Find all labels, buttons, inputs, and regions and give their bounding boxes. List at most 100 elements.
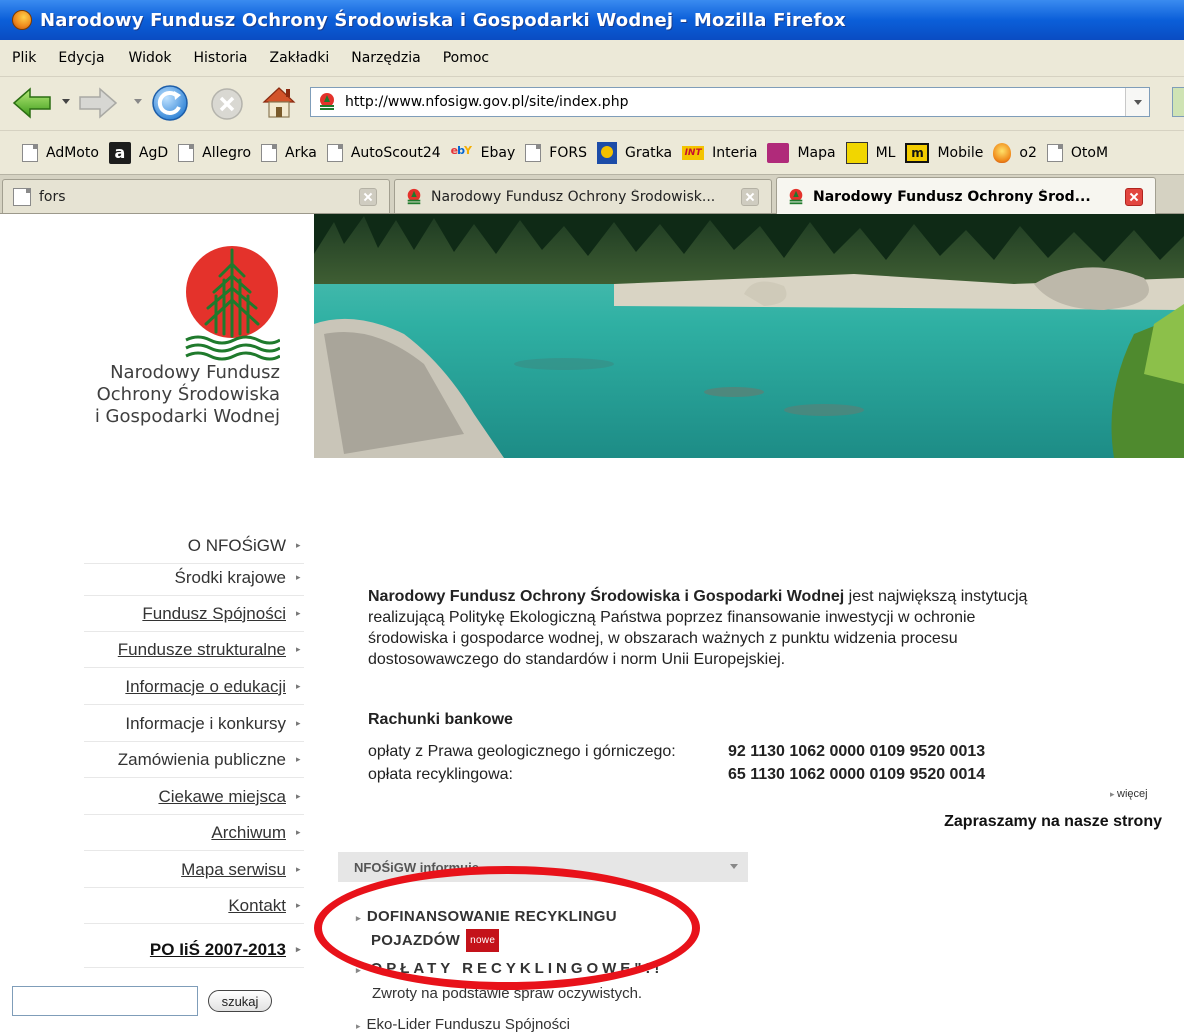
header-banner-image <box>314 214 1184 458</box>
logo-text: Narodowy Fundusz Ochrony Środowiska i Go… <box>95 362 280 428</box>
interia-icon: INT <box>682 145 705 160</box>
nav-srodki-krajowe[interactable]: Środki krajowe ▸ <box>84 560 304 596</box>
tab-nfosigw-1[interactable]: Narodowy Fundusz Ochrony Środowisk... <box>394 179 772 213</box>
news-item-fees[interactable]: ▸ OPŁATY RECYKLINGOWE"!! <box>356 960 663 977</box>
nav-o-nfosigw[interactable]: O NFOŚiGW ▸ <box>84 528 304 564</box>
invite-heading: Zapraszamy na nasze strony <box>944 813 1162 830</box>
bookmark-arka[interactable]: Arka <box>261 143 317 162</box>
menu-plik[interactable]: Plik <box>12 50 36 66</box>
mobile-icon: m <box>905 142 930 163</box>
new-badge: nowe <box>466 929 500 952</box>
nav-ciekawe-miejsca[interactable]: Ciekawe miejsca ▸ <box>84 779 304 815</box>
arrow-right-icon: ▸ <box>296 540 301 550</box>
bookmark-ebay[interactable]: ebY Ebay <box>451 144 516 162</box>
bank-account-row: opłaty z Prawa geologicznego i górniczeg… <box>368 743 985 761</box>
arrow-right-icon: ▸ <box>296 681 301 691</box>
url-history-dropdown-icon[interactable] <box>1125 88 1149 116</box>
arrow-right-icon: ▸ <box>356 913 361 923</box>
menu-historia[interactable]: Historia <box>194 50 248 66</box>
ml-icon <box>845 141 868 164</box>
menu-zakladki[interactable]: Zakładki <box>270 50 330 66</box>
bookmark-agd[interactable]: a AgD <box>108 141 168 164</box>
bookmark-interia[interactable]: INT Interia <box>682 145 757 161</box>
news-box-header[interactable]: NFOŚiGW informuje <box>338 852 748 882</box>
menu-narzedzia[interactable]: Narzędzia <box>351 50 420 66</box>
close-tab-icon[interactable] <box>359 187 377 206</box>
nav-kontakt[interactable]: Kontakt ▸ <box>84 888 304 924</box>
stop-icon[interactable] <box>210 87 244 121</box>
arrow-right-icon: ▸ <box>296 791 301 801</box>
news-item-recycling[interactable]: ▸ DOFINANSOWANIE RECYKLINGU POJAZDÓW nowe <box>356 906 617 952</box>
arrow-right-icon: ▸ <box>296 608 301 618</box>
page-icon <box>22 143 38 162</box>
menu-bar: Plik Edycja Widok Historia Zakładki Narz… <box>0 40 1184 76</box>
forward-history-dropdown-icon[interactable] <box>134 99 142 104</box>
home-icon[interactable] <box>260 83 298 121</box>
bank-accounts-heading: Rachunki bankowe <box>368 711 513 728</box>
page-icon <box>525 143 542 162</box>
back-arrow-icon[interactable] <box>12 85 52 121</box>
go-button[interactable] <box>1172 87 1184 117</box>
nav-archiwum[interactable]: Archiwum ▸ <box>84 815 304 851</box>
menu-widok[interactable]: Widok <box>129 50 172 66</box>
bookmark-o2[interactable]: o2 <box>993 142 1037 163</box>
window-titlebar[interactable]: Narodowy Fundusz Ochrony Środowiska i Go… <box>0 0 1184 40</box>
forward-arrow-icon[interactable] <box>78 85 118 121</box>
firefox-icon <box>12 10 32 30</box>
search-button[interactable]: szukaj <box>208 990 272 1012</box>
arrow-right-icon: ▸ <box>296 827 301 837</box>
address-bar[interactable]: http://www.nfosigw.gov.pl/site/index.php <box>310 87 1150 117</box>
bookmark-autoscout24[interactable]: AutoScout24 <box>326 143 441 162</box>
bookmark-fors[interactable]: FORS <box>525 143 587 162</box>
news-item-title-line: DOFINANSOWANIE RECYKLINGU <box>366 908 617 925</box>
nav-po-iis-2007-2013[interactable]: PO IiŚ 2007-2013 ▸ <box>84 932 304 968</box>
tab-nfosigw-active[interactable]: Narodowy Fundusz Ochrony Środ... <box>776 177 1156 215</box>
arrow-right-icon: ▸ <box>296 754 301 764</box>
navigation-toolbar: http://www.nfosigw.gov.pl/site/index.php <box>0 76 1184 130</box>
nav-mapa-serwisu[interactable]: Mapa serwisu ▸ <box>84 852 304 888</box>
page-icon <box>326 143 343 162</box>
menu-edycja[interactable]: Edycja <box>58 50 104 66</box>
intro-line-4: dostosowawczego do standardów i norm Uni… <box>368 651 786 668</box>
intro-line-2: realizującą Politykę Ekologiczną Państwa… <box>368 609 976 626</box>
nav-informacje-i-konkursy[interactable]: Informacje i konkursy ▸ <box>84 706 304 742</box>
bookmark-allegro[interactable]: Allegro <box>178 143 251 162</box>
site-search-input[interactable] <box>12 986 198 1016</box>
close-tab-icon[interactable] <box>741 187 759 206</box>
bank-account-label: opłata recyklingowa: <box>368 766 513 783</box>
menu-pomoc[interactable]: Pomoc <box>443 50 489 66</box>
bookmark-admoto[interactable]: AdMoto <box>22 143 99 162</box>
nfosigw-favicon-icon <box>789 188 803 204</box>
news-item-title-line: POJAZDÓW <box>371 932 461 949</box>
arrow-right-icon: ▸ <box>296 864 301 874</box>
window-title: Narodowy Fundusz Ochrony Środowiska i Go… <box>40 9 846 31</box>
news-item-title: Eko-Lider Funduszu Spójności <box>366 1016 570 1033</box>
more-link[interactable]: więcej <box>1110 788 1148 800</box>
nav-fundusz-spojnosci[interactable]: Fundusz Spójności ▸ <box>84 596 304 632</box>
news-item-eko-lider[interactable]: ▸ Eko-Lider Funduszu Spójności <box>356 1016 570 1033</box>
agd-icon: a <box>108 141 131 164</box>
nav-informacje-o-edukacji[interactable]: Informacje o edukacji ▸ <box>84 669 304 705</box>
tab-fors[interactable]: fors <box>2 179 390 213</box>
chevron-down-icon <box>730 864 738 869</box>
bookmark-gratka[interactable]: Gratka <box>596 141 672 164</box>
nfosigw-logo-icon <box>185 246 280 361</box>
site-logo-area[interactable]: Narodowy Fundusz Ochrony Środowiska i Go… <box>0 214 314 460</box>
url-text: http://www.nfosigw.gov.pl/site/index.php <box>345 94 629 110</box>
bookmark-mobile[interactable]: m Mobile <box>905 142 983 163</box>
close-tab-icon[interactable] <box>1125 187 1143 206</box>
reload-icon[interactable] <box>150 83 190 123</box>
o2-icon <box>993 142 1012 163</box>
nav-zamowienia-publiczne[interactable]: Zamówienia publiczne ▸ <box>84 742 304 778</box>
back-history-dropdown-icon[interactable] <box>62 99 70 104</box>
page-icon <box>178 143 195 162</box>
bookmark-mapa[interactable]: Mapa <box>767 142 836 163</box>
nav-fundusze-strukturalne[interactable]: Fundusze strukturalne ▸ <box>84 632 304 668</box>
intro-bold: Narodowy Fundusz Ochrony Środowiska i Go… <box>368 588 845 605</box>
bookmark-ml[interactable]: ML <box>845 141 895 164</box>
bookmark-otomoto[interactable]: OtoM <box>1046 143 1108 162</box>
gratka-icon <box>596 141 617 164</box>
bookmarks-toolbar: AdMoto a AgD Allegro Arka AutoScout24 ebY… <box>0 130 1184 174</box>
intro-paragraph: Narodowy Fundusz Ochrony Środowiska i Go… <box>368 586 1148 670</box>
page-icon <box>13 187 31 206</box>
